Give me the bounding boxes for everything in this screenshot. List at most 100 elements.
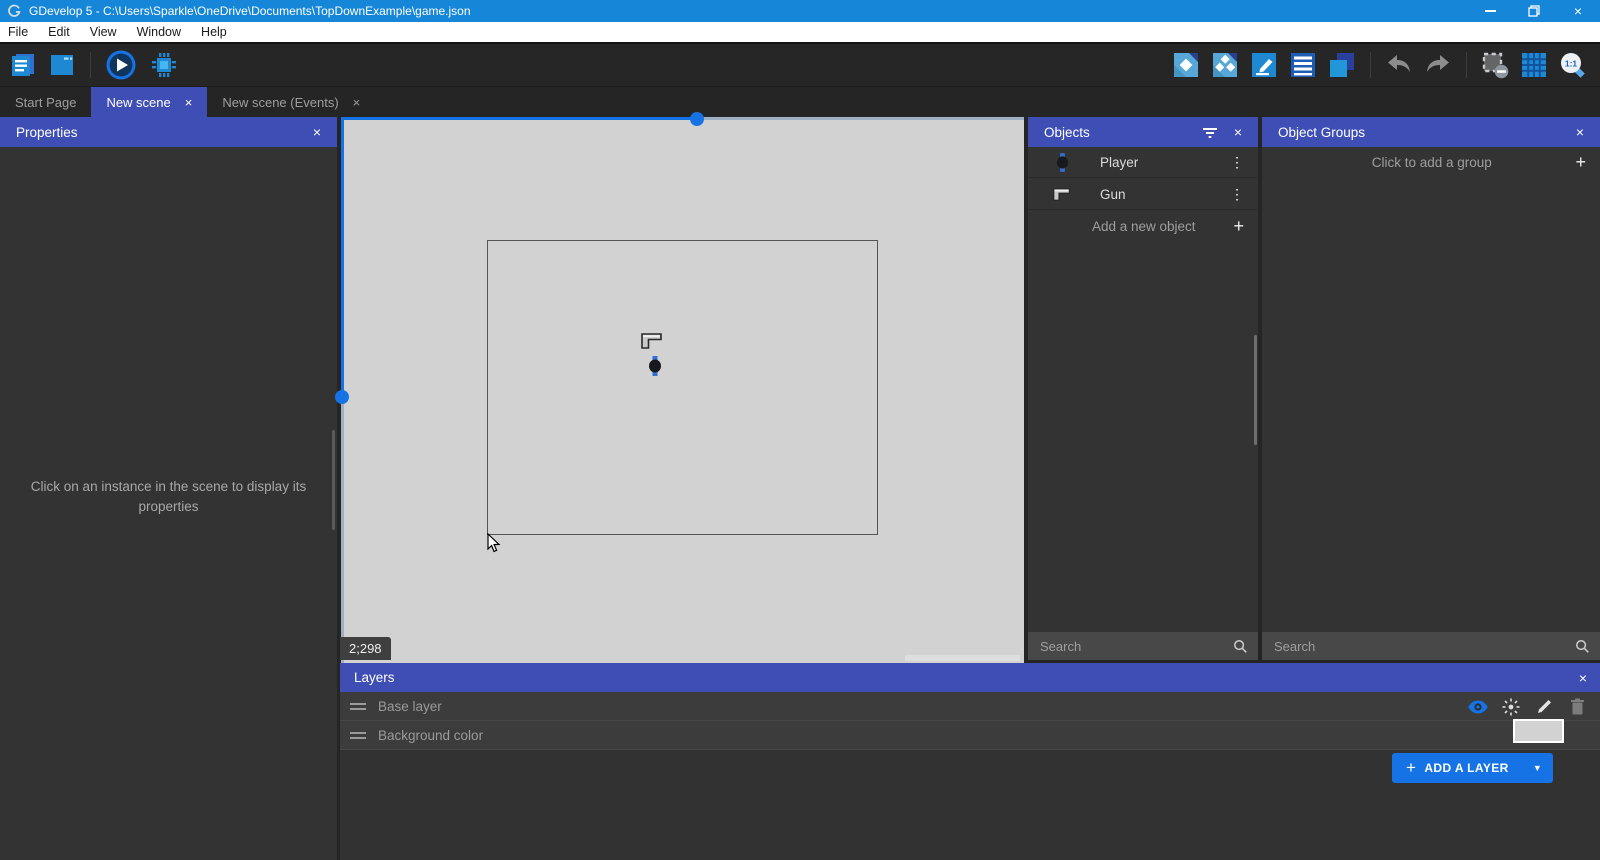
objects-title: Objects: [1044, 124, 1090, 140]
object-name: Gun: [1100, 186, 1126, 202]
menu-file[interactable]: File: [0, 22, 38, 42]
project-manager-icon: [12, 54, 34, 76]
objects-search-bar: [1028, 632, 1258, 660]
add-group-label: Click to add a group: [1371, 155, 1492, 170]
instances-list-icon: [1291, 53, 1315, 77]
plus-icon: +: [1233, 216, 1244, 236]
window-title: GDevelop 5 - C:\Users\Sparkle\OneDrive\D…: [29, 4, 471, 18]
close-icon[interactable]: ×: [313, 124, 321, 140]
menu-view[interactable]: View: [80, 22, 127, 42]
close-button[interactable]: ×: [1556, 0, 1600, 22]
toggle-objects-panel-button[interactable]: [1171, 50, 1201, 80]
canvas-h-scroll-handle[interactable]: [690, 112, 704, 126]
menu-help[interactable]: Help: [191, 22, 237, 42]
object-groups-search-input[interactable]: [1262, 638, 1575, 654]
minimize-button[interactable]: [1468, 0, 1512, 22]
gdevelop-window: GDevelop 5 - C:\Users\Sparkle\OneDrive\D…: [0, 0, 1600, 860]
tab-start-page[interactable]: Start Page: [0, 87, 91, 117]
undo-button[interactable]: [1384, 50, 1414, 80]
tab-new-scene[interactable]: New scene ×: [91, 87, 208, 117]
menu-bar: File Edit View Window Help: [0, 22, 1600, 42]
filter-icon[interactable]: [1202, 125, 1218, 139]
toggle-properties-panel-button[interactable]: [1249, 50, 1279, 80]
properties-scrollbar[interactable]: [332, 430, 335, 530]
gun-object-icon: [1052, 187, 1072, 202]
redo-button[interactable]: [1423, 50, 1453, 80]
tab-new-scene-events[interactable]: New scene (Events) ×: [207, 87, 375, 117]
cursor-position-badge: 2;298: [340, 637, 391, 660]
canvas-v-scroll-filled: [341, 117, 344, 397]
add-group-button[interactable]: Click to add a group +: [1262, 147, 1600, 178]
layer-row-background[interactable]: Background color: [340, 721, 1600, 750]
layers-panel: Layers × Base layer Background color + A…: [340, 663, 1600, 860]
scene-window-bounds: [487, 240, 878, 535]
objects-search-input[interactable]: [1028, 638, 1233, 654]
minimize-icon: [1484, 10, 1496, 12]
object-groups-search-bar: [1262, 632, 1600, 660]
toolbar: 1:1: [0, 42, 1600, 86]
properties-panel: Properties × Click on an instance in the…: [0, 117, 337, 860]
tab-close-icon[interactable]: ×: [353, 96, 361, 109]
undo-icon: [1388, 55, 1410, 72]
canvas-h-scroll-track: [697, 117, 1024, 120]
pencil-icon: [1537, 700, 1551, 713]
close-icon: ×: [1573, 3, 1583, 19]
tab-label: New scene: [106, 94, 171, 110]
tab-close-icon[interactable]: ×: [185, 96, 193, 109]
add-layer-button[interactable]: + ADD A LAYER ▼: [1392, 753, 1553, 783]
caret-down-icon[interactable]: ▼: [1521, 753, 1553, 783]
layers-title: Layers: [354, 670, 395, 685]
restore-button[interactable]: [1512, 0, 1556, 22]
toggle-instances-list-button[interactable]: [1288, 50, 1318, 80]
redo-icon: [1427, 55, 1449, 72]
properties-title: Properties: [16, 124, 78, 140]
toggle-object-groups-panel-button[interactable]: [1210, 50, 1240, 80]
canvas-bottom-scroll-thumb[interactable]: [905, 655, 1020, 661]
background-color-swatch[interactable]: [1513, 719, 1564, 743]
object-menu-icon[interactable]: ⋮: [1230, 154, 1244, 171]
layer-name: Background color: [378, 727, 484, 743]
drag-handle-icon[interactable]: [350, 702, 366, 710]
toggle-layers-panel-button[interactable]: [1327, 50, 1357, 80]
debug-button[interactable]: [147, 48, 181, 82]
object-row-player[interactable]: Player ⋮: [1028, 147, 1258, 178]
zoom-1-1-button[interactable]: 1:1: [1558, 50, 1588, 80]
player-instance[interactable]: [647, 356, 663, 376]
gun-instance[interactable]: [640, 332, 664, 350]
toolbar-separator: [90, 52, 91, 78]
debug-icon: [152, 53, 176, 77]
menu-edit[interactable]: Edit: [38, 22, 80, 42]
close-icon[interactable]: ×: [1234, 124, 1242, 140]
plus-icon: +: [1406, 758, 1417, 777]
start-page-icon: [51, 55, 73, 75]
objects-scrollbar[interactable]: [1254, 335, 1257, 445]
canvas-h-scroll-filled: [341, 117, 697, 120]
play-button[interactable]: [104, 48, 138, 82]
toolbar-separator: [1466, 52, 1467, 78]
layer-edit-button[interactable]: [1533, 696, 1555, 718]
layer-row-base[interactable]: Base layer: [340, 692, 1600, 721]
layers-header: Layers ×: [340, 663, 1600, 692]
objects-panel-icon: [1174, 53, 1198, 77]
scene-canvas[interactable]: 2;298: [335, 112, 1024, 663]
menu-window[interactable]: Window: [127, 22, 191, 42]
object-row-gun[interactable]: Gun ⋮: [1028, 179, 1258, 210]
layer-delete-button[interactable]: [1566, 696, 1588, 718]
close-icon[interactable]: ×: [1579, 670, 1587, 686]
project-manager-button[interactable]: [8, 50, 38, 80]
gdevelop-logo-icon: [8, 4, 21, 17]
tab-label: Start Page: [15, 94, 77, 110]
toggle-grid-button[interactable]: [1519, 50, 1549, 80]
mouse-cursor-icon: [487, 533, 501, 553]
search-icon: [1575, 639, 1590, 654]
canvas-v-scroll-handle[interactable]: [335, 390, 349, 404]
layer-visibility-button[interactable]: [1467, 696, 1489, 718]
drag-handle-icon[interactable]: [350, 731, 366, 739]
layer-effects-button[interactable]: [1500, 696, 1522, 718]
object-menu-icon[interactable]: ⋮: [1230, 186, 1244, 203]
deselect-all-button[interactable]: [1480, 50, 1510, 80]
close-icon[interactable]: ×: [1576, 124, 1584, 140]
add-object-button[interactable]: Add a new object +: [1028, 211, 1258, 242]
object-groups-header: Object Groups ×: [1262, 117, 1600, 147]
start-page-button[interactable]: [47, 50, 77, 80]
